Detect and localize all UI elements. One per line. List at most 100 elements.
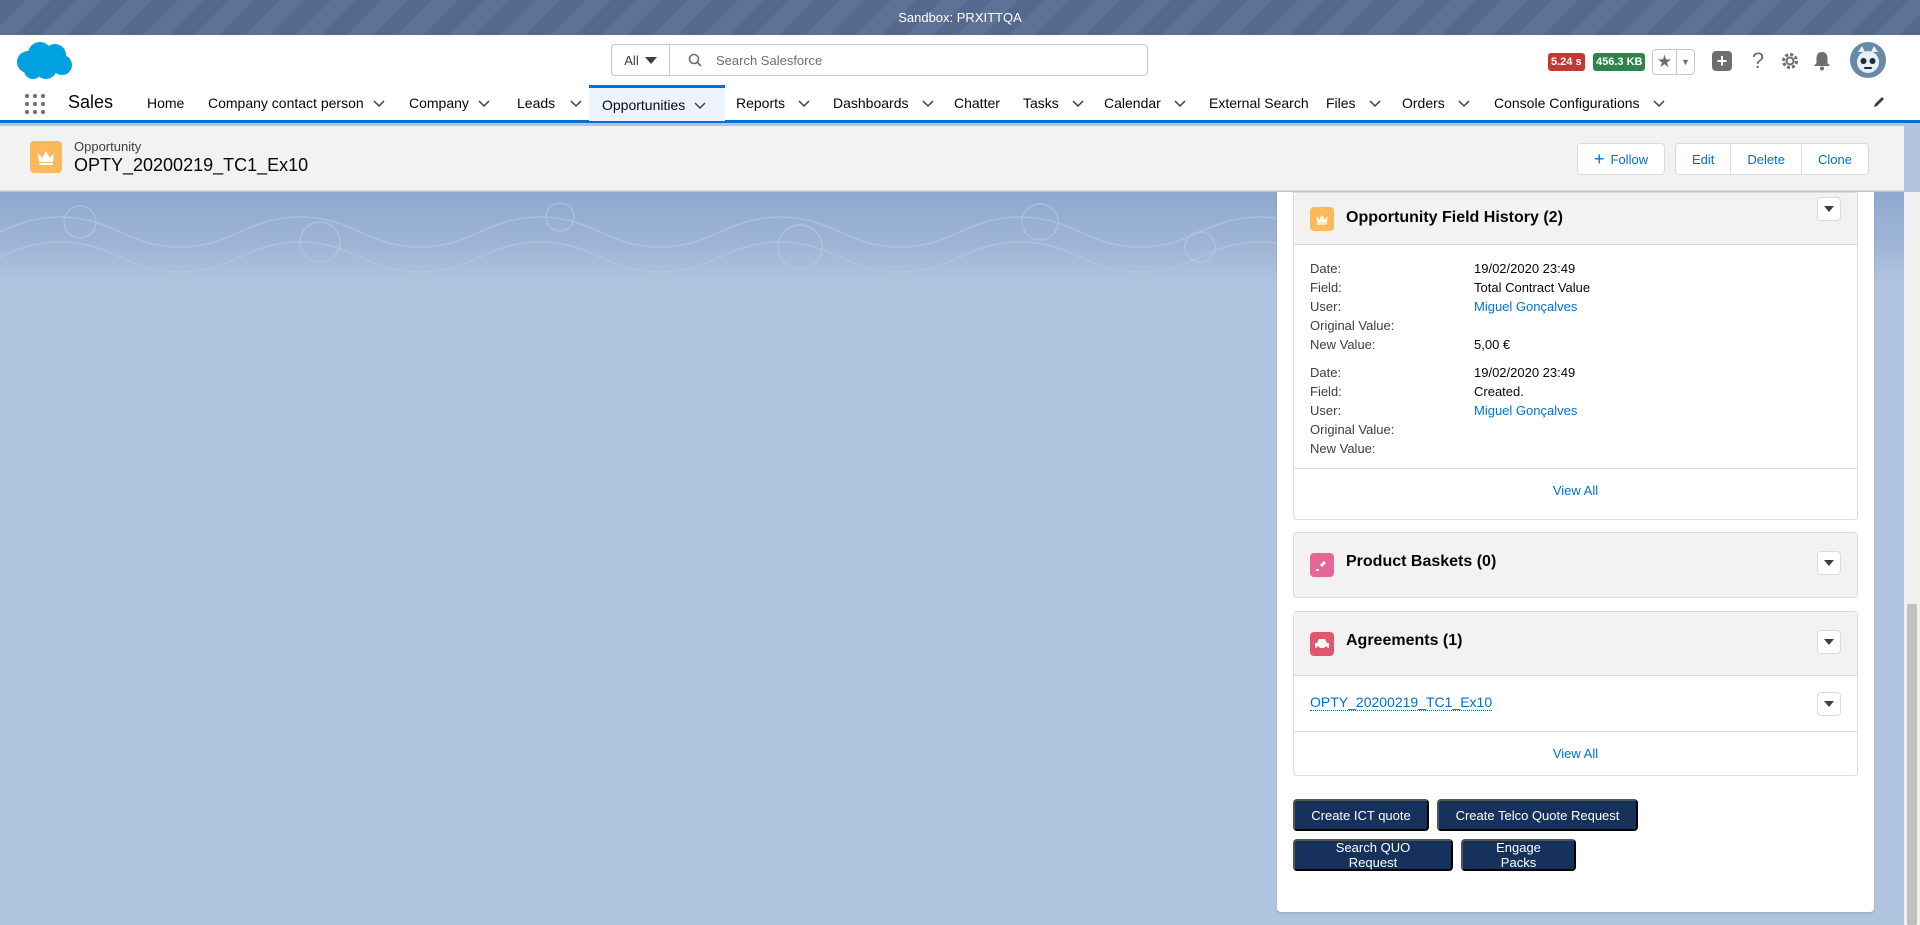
record-highlights: Opportunity OPTY_20200219_TC1_Ex10 + Fol…	[0, 126, 1904, 191]
chevron-down-icon[interactable]	[693, 98, 707, 112]
nav-item-label: External Search	[1209, 94, 1309, 111]
nav-item-company-contact-person[interactable]: Company contact person	[208, 85, 386, 120]
app-launcher-icon[interactable]	[25, 94, 45, 114]
agreements-card: Agreements (1) OPTY_20200219_TC1_Ex10 Vi…	[1293, 611, 1858, 776]
star-icon[interactable]: ★	[1653, 50, 1677, 74]
scrollbar-thumb[interactable]	[1907, 604, 1917, 925]
history-row-original: Original Value:	[1310, 318, 1395, 333]
agreements-menu-button[interactable]	[1817, 630, 1841, 654]
nav-item-label: Company contact person	[208, 94, 364, 111]
clone-button[interactable]: Clone	[1801, 143, 1869, 175]
nav-item-home[interactable]: Home	[147, 85, 184, 120]
favorites-control: ★ ▼	[1652, 49, 1695, 75]
agreement-link[interactable]: OPTY_20200219_TC1_Ex10	[1310, 694, 1493, 711]
bell-icon[interactable]	[1810, 49, 1834, 73]
search-quo-request-button[interactable]: Search QUO Request	[1293, 839, 1453, 871]
avatar[interactable]	[1850, 42, 1886, 78]
record-object-type: Opportunity	[74, 139, 142, 154]
user-link[interactable]: Miguel Gonçalves	[1474, 299, 1577, 318]
history-row-date: Date: 19/02/2020 23:49	[1310, 365, 1576, 380]
field-history-title[interactable]: Opportunity Field History (2)	[1346, 209, 1563, 227]
basket-icon	[1310, 553, 1334, 577]
history-row-new: New Value:	[1310, 441, 1376, 456]
nav-item-label: Chatter	[954, 94, 1000, 111]
search-scope-label: All	[624, 52, 639, 68]
chevron-down-icon[interactable]	[1368, 96, 1382, 110]
agreements-title[interactable]: Agreements (1)	[1346, 632, 1462, 650]
history-row-user: User: Miguel Gonçalves	[1310, 403, 1841, 422]
delete-button[interactable]: Delete	[1731, 143, 1802, 175]
product-baskets-title[interactable]: Product Baskets (0)	[1346, 553, 1496, 571]
search-scope-dropdown[interactable]: All	[612, 45, 670, 75]
related-list-column: Opportunity Field History (2) Date: 19/02…	[1277, 192, 1874, 912]
search-icon	[688, 53, 702, 67]
page-scrollbar[interactable]	[1904, 192, 1920, 925]
engage-packs-button[interactable]: Engage Packs	[1461, 839, 1576, 871]
create-ict-quote-button[interactable]: Create ICT quote	[1293, 799, 1429, 831]
nav-item-orders[interactable]: Orders	[1402, 85, 1471, 120]
history-row-field: Field: Created.	[1310, 384, 1524, 399]
help-icon[interactable]: ?	[1746, 48, 1770, 73]
field-history-view-all[interactable]: View All	[1294, 468, 1857, 512]
record-actions: Edit Delete Clone	[1675, 143, 1869, 175]
product-baskets-card: Product Baskets (0)	[1293, 532, 1858, 598]
record-title: OPTY_20200219_TC1_Ex10	[74, 155, 309, 175]
chevron-down-icon[interactable]	[1652, 96, 1666, 110]
plus-icon: +	[1712, 51, 1732, 71]
chevron-down-icon[interactable]	[372, 96, 386, 110]
field-history-menu-button[interactable]	[1817, 197, 1841, 221]
nav-item-files[interactable]: Files	[1326, 85, 1382, 120]
field-history-card: Opportunity Field History (2) Date: 19/02…	[1293, 192, 1858, 520]
nav-item-label: Company	[409, 94, 469, 111]
user-link[interactable]: Miguel Gonçalves	[1474, 403, 1577, 422]
chevron-down-icon[interactable]	[921, 96, 935, 110]
app-name: Sales	[68, 92, 114, 112]
nav-item-leads[interactable]: Leads	[517, 85, 583, 120]
global-search: All Search Salesforce	[611, 44, 1148, 76]
history-row-original: Original Value:	[1310, 422, 1395, 437]
history-row-date: Date: 19/02/2020 23:49	[1310, 261, 1576, 276]
search-input[interactable]: Search Salesforce	[670, 45, 1147, 75]
chevron-down-icon[interactable]	[1173, 96, 1187, 110]
agreements-view-all[interactable]: View All	[1294, 731, 1857, 775]
chevron-down-icon[interactable]	[477, 96, 491, 110]
history-entry: Date: 19/02/2020 23:49 Field: Created. Use…	[1294, 356, 1857, 468]
nav-item-label: Home	[147, 94, 185, 111]
agreement-row-menu-button[interactable]	[1817, 692, 1841, 716]
create-telco-quote-request-button[interactable]: Create Telco Quote Request	[1437, 799, 1638, 831]
nav-item-reports[interactable]: Reports	[736, 85, 811, 120]
history-entry: Date: 19/02/2020 23:49 Field: Total Contra…	[1294, 245, 1857, 356]
nav-item-chatter[interactable]: Chatter	[954, 85, 1000, 120]
search-placeholder: Search Salesforce	[716, 52, 823, 68]
follow-group: + Follow	[1577, 143, 1666, 175]
nav-item-company[interactable]: Company	[409, 85, 491, 120]
page-size-badge: 456.3 KB	[1593, 53, 1646, 71]
opportunity-crown-icon	[1310, 207, 1334, 231]
product-baskets-menu-button[interactable]	[1817, 551, 1841, 575]
app-nav-bar: Sales Home Company contact person Compan…	[0, 85, 1920, 123]
car-icon	[1310, 632, 1334, 656]
nav-item-calendar[interactable]: Calendar	[1104, 85, 1187, 120]
nav-item-console-configurations[interactable]: Console Configurations	[1494, 85, 1666, 120]
chevron-down-icon[interactable]	[569, 96, 583, 110]
nav-item-opportunities[interactable]: Opportunities	[589, 85, 725, 121]
global-actions-button[interactable]: +	[1710, 49, 1734, 73]
product-baskets-header: Product Baskets (0)	[1294, 533, 1857, 597]
history-row-new: New Value: 5,00 €	[1310, 337, 1511, 352]
salesforce-logo[interactable]	[14, 40, 74, 82]
nav-item-label: Reports	[736, 94, 786, 111]
edit-nav-icon[interactable]	[1872, 95, 1886, 109]
follow-button[interactable]: + Follow	[1577, 143, 1666, 175]
nav-item-dashboards[interactable]: Dashboards	[833, 85, 935, 120]
agreements-header: Agreements (1)	[1294, 612, 1857, 676]
gear-icon[interactable]	[1778, 49, 1802, 73]
chevron-down-icon[interactable]	[1457, 96, 1471, 110]
favorites-dropdown-icon[interactable]: ▼	[1677, 50, 1694, 74]
chevron-down-icon[interactable]	[797, 96, 811, 110]
edit-button[interactable]: Edit	[1675, 143, 1732, 175]
nav-item-label: Dashboards	[833, 94, 909, 111]
chevron-down-icon[interactable]	[1071, 96, 1085, 110]
nav-item-tasks[interactable]: Tasks	[1023, 85, 1085, 120]
nav-item-label: Leads	[517, 94, 556, 111]
nav-item-external-search[interactable]: External Search	[1209, 85, 1309, 120]
